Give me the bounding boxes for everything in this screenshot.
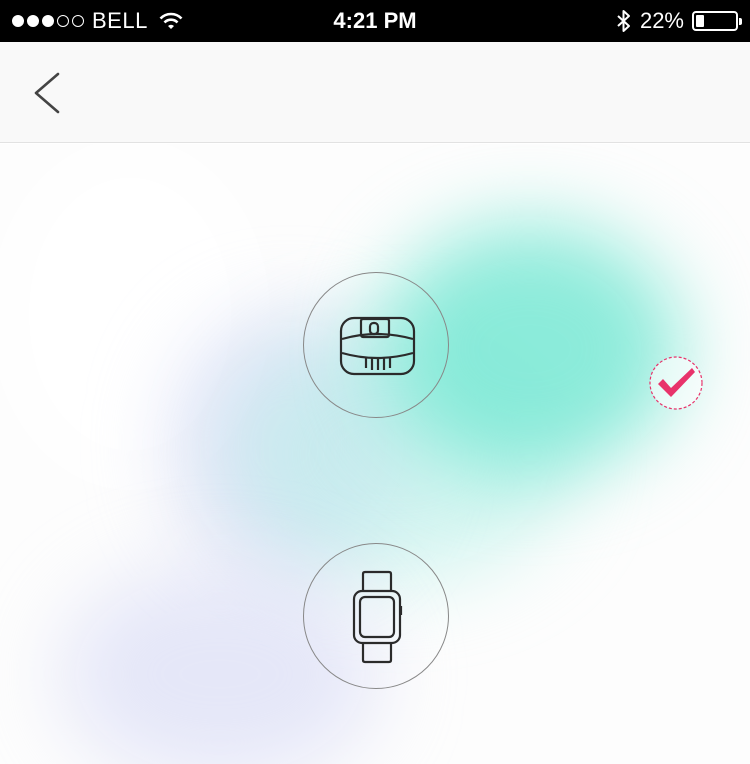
bluetooth-icon [617,10,630,32]
battery-percent: 22% [639,8,684,33]
battery-level-fill [696,15,704,27]
fitness-band-icon [339,316,416,376]
status-right: 22% [616,0,742,42]
smartwatch-icon [352,570,403,664]
nav-bar [0,42,750,143]
checkmark-icon[interactable] [648,355,704,411]
device-selection-area [0,144,750,764]
device-option-band[interactable] [303,272,449,418]
status-bar: BELL 4:21 PM 22% [0,0,750,42]
battery-icon [692,11,742,31]
device-option-watch[interactable] [303,543,449,689]
back-button[interactable] [30,70,66,116]
